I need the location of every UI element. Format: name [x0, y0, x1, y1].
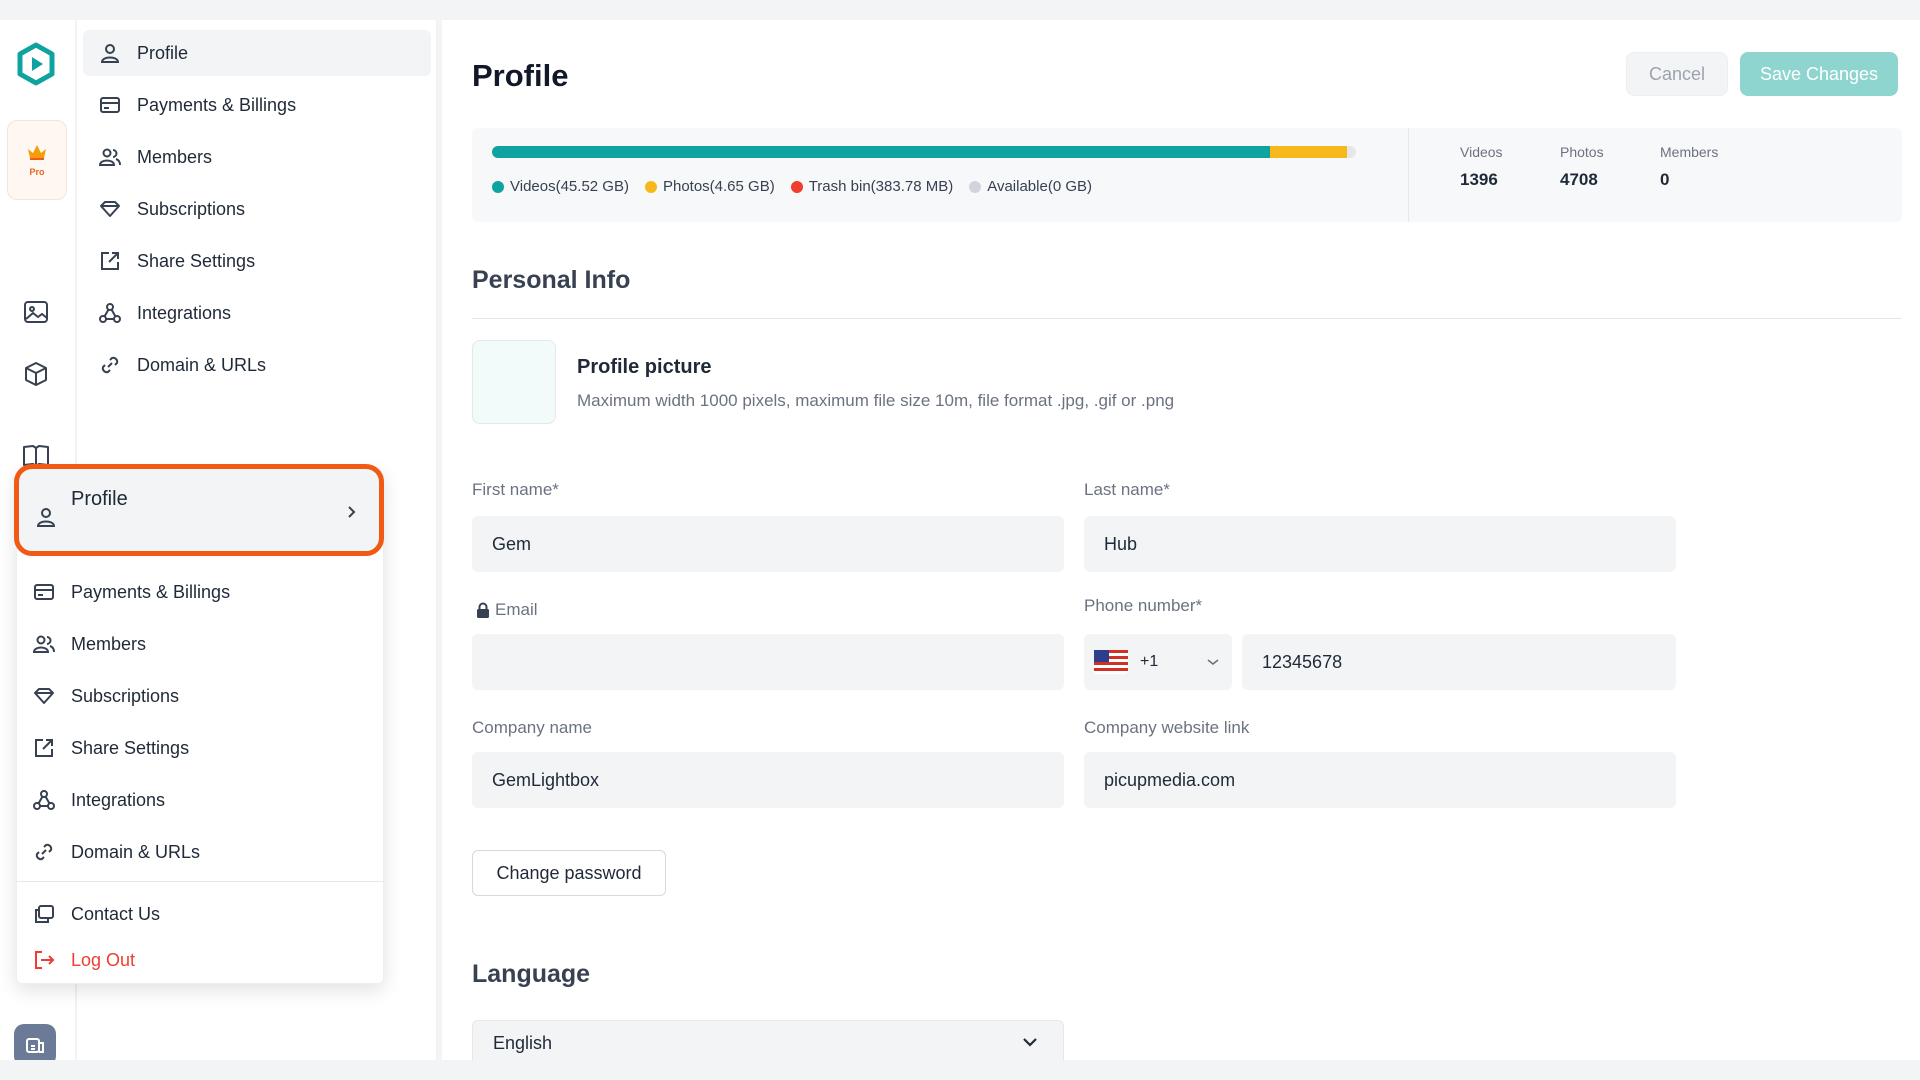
phone-label: Phone number* — [1084, 596, 1203, 615]
link-icon — [35, 843, 53, 861]
link-icon — [101, 356, 119, 374]
cube-icon[interactable] — [20, 358, 52, 390]
user-icon — [36, 508, 56, 527]
us-flag-icon — [1094, 650, 1128, 674]
gallery-icon[interactable] — [20, 296, 52, 328]
dropdown-item-payments[interactable]: Payments & Billings — [17, 569, 367, 615]
language-value: English — [493, 1032, 553, 1053]
nav-item-share-settings[interactable]: Share Settings — [83, 238, 431, 284]
diamond-icon — [34, 688, 54, 704]
dropdown-item-subscriptions[interactable]: Subscriptions — [17, 673, 367, 719]
legend-videos: Videos(45.52 GB) — [492, 178, 629, 195]
stat-photos: Photos 4708 — [1560, 144, 1604, 189]
dropdown-item-members[interactable]: Members — [17, 621, 367, 667]
crown-icon — [28, 145, 46, 160]
app-logo-icon[interactable] — [14, 42, 58, 86]
language-title: Language — [472, 960, 591, 988]
storage-bar — [492, 146, 1356, 158]
lock-icon — [477, 602, 489, 618]
phone-number-input[interactable]: 12345678 — [1242, 634, 1676, 690]
company-name-input[interactable]: GemLightbox — [472, 752, 1064, 808]
storage-bar-photos — [1269, 146, 1348, 158]
nav-label: Integrations — [137, 302, 232, 323]
card-icon — [34, 584, 54, 600]
country-code-select[interactable]: +1 — [1084, 634, 1232, 690]
nav-label: Domain & URLs — [137, 354, 267, 375]
nav-label: Members — [137, 146, 213, 167]
chevron-down-icon — [1207, 659, 1219, 666]
profile-picture-description: Maximum width 1000 pixels, maximum file … — [577, 391, 1175, 410]
nav-item-integrations[interactable]: Integrations — [83, 290, 431, 336]
email-label-row: Email — [476, 600, 538, 620]
legend-photos: Photos(4.65 GB) — [644, 178, 775, 195]
first-name-input[interactable]: Gem — [472, 516, 1064, 572]
users-icon — [99, 148, 121, 166]
dropdown-item-domain-urls[interactable]: Domain & URLs — [17, 829, 367, 875]
nav-item-members[interactable]: Members — [83, 134, 431, 180]
integrations-icon — [99, 303, 121, 323]
nav-item-subscriptions[interactable]: Subscriptions — [83, 186, 431, 232]
section-divider — [472, 318, 1902, 319]
page-title: Profile — [472, 58, 569, 93]
page-footer — [0, 1060, 1920, 1080]
chevron-down-icon — [1023, 1038, 1037, 1047]
legend-trash: Trash bin(383.78 MB) — [790, 178, 953, 195]
user-icon — [100, 44, 120, 63]
company-name-label: Company name — [472, 718, 593, 737]
phone-code: +1 — [1140, 653, 1159, 670]
chat-icon — [35, 905, 54, 923]
main-panel: Profile Cancel Save Changes Videos(45.52… — [442, 20, 1920, 1066]
integrations-icon — [33, 790, 55, 810]
legend-available: Available(0 GB) — [969, 178, 1092, 195]
stat-videos: Videos 1396 — [1460, 144, 1503, 189]
nav-item-payments[interactable]: Payments & Billings — [83, 82, 431, 128]
email-input[interactable] — [472, 634, 1064, 690]
email-label: Email — [495, 600, 538, 619]
card-icon — [100, 97, 120, 113]
first-name-label: First name* — [472, 480, 559, 499]
dropdown-profile-header[interactable]: Profile — [14, 464, 384, 556]
pro-badge[interactable]: Pro — [7, 120, 67, 200]
share-icon — [101, 252, 119, 270]
storage-summary: Videos(45.52 GB) Photos(4.65 GB) Trash b… — [472, 128, 1902, 222]
logout-icon — [35, 951, 55, 969]
storage-bar-videos — [492, 146, 1270, 158]
nav-label: Subscriptions — [137, 198, 246, 219]
nav-item-domain-urls[interactable]: Domain & URLs — [83, 342, 431, 388]
stat-members: Members 0 — [1660, 144, 1719, 189]
dropdown-header-label: Profile — [71, 487, 128, 510]
nav-item-profile[interactable]: Profile — [83, 30, 431, 76]
storage-legend: Videos(45.52 GB) Photos(4.65 GB) Trash b… — [492, 178, 1092, 195]
last-name-label: Last name* — [1084, 480, 1170, 499]
dropdown-item-share-settings[interactable]: Share Settings — [17, 725, 367, 771]
share-icon — [35, 739, 53, 757]
chevron-right-icon — [348, 506, 356, 518]
pro-label: Pro — [29, 167, 45, 177]
nav-label: Profile — [137, 42, 189, 63]
dropdown-item-logout[interactable]: Log Out — [17, 937, 367, 983]
last-name-input[interactable]: Hub — [1084, 516, 1676, 572]
dropdown-item-contact-us[interactable]: Contact Us — [17, 891, 367, 937]
stats-divider — [1408, 128, 1409, 222]
users-icon — [33, 635, 55, 653]
profile-picture-title: Profile picture — [577, 356, 712, 378]
change-password-button[interactable]: Change password — [472, 850, 666, 896]
personal-info-title: Personal Info — [472, 266, 631, 294]
dropdown-item-integrations[interactable]: Integrations — [17, 777, 367, 823]
cancel-button[interactable]: Cancel — [1626, 52, 1728, 96]
company-website-label: Company website link — [1084, 718, 1250, 737]
profile-picture-upload[interactable] — [472, 340, 556, 424]
company-website-input[interactable]: picupmedia.com — [1084, 752, 1676, 808]
nav-label: Share Settings — [137, 250, 256, 271]
diamond-icon — [100, 201, 120, 217]
save-changes-button[interactable]: Save Changes — [1740, 52, 1898, 96]
dropdown-divider — [16, 881, 384, 882]
nav-label: Payments & Billings — [137, 94, 297, 115]
